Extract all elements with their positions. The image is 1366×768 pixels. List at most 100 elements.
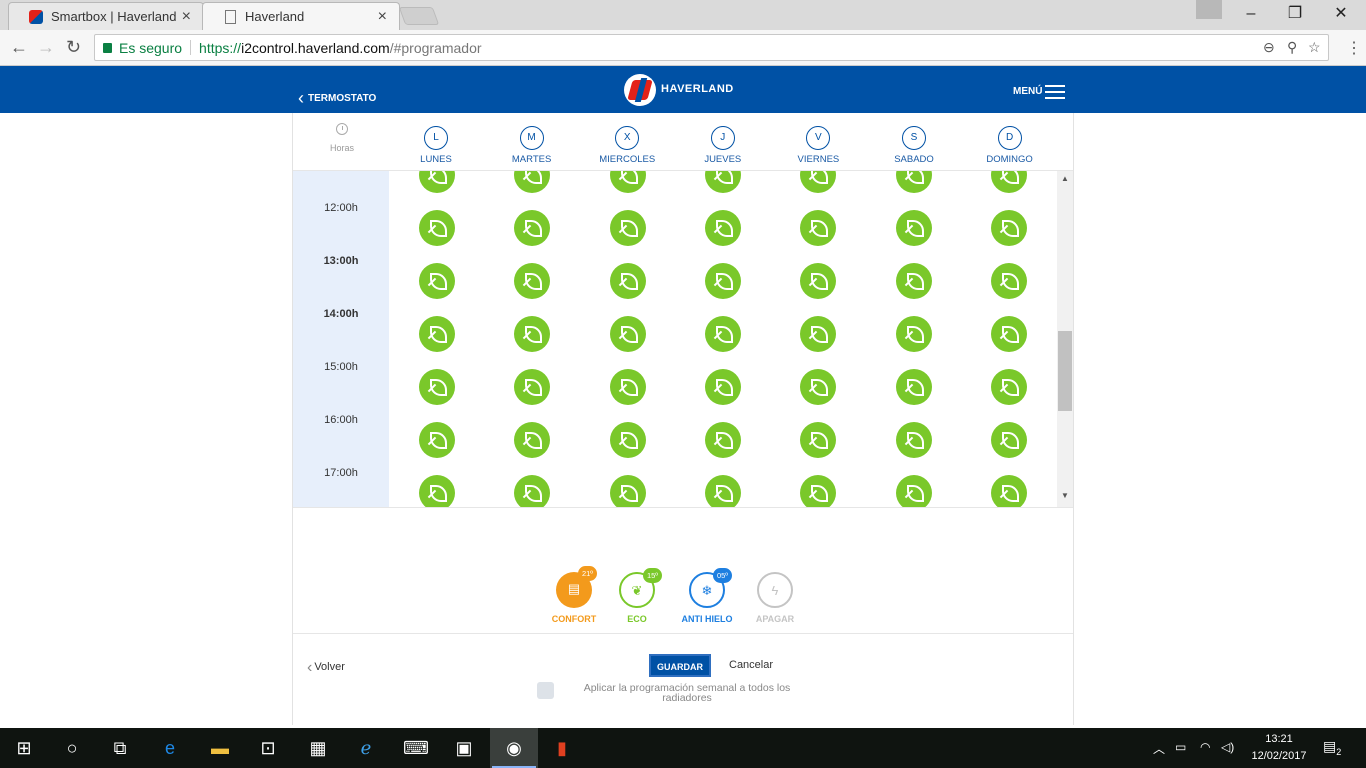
- eco-slot-leaf-icon[interactable]: [514, 316, 551, 352]
- volver-link[interactable]: ‹ Volver: [307, 657, 345, 676]
- eco-slot-leaf-icon[interactable]: [609, 475, 646, 507]
- grid-scrollbar[interactable]: ▲ ▼: [1057, 171, 1073, 507]
- eco-slot-leaf-icon[interactable]: [895, 422, 932, 458]
- eco-slot-leaf-icon[interactable]: [419, 475, 455, 507]
- eco-slot-leaf-icon[interactable]: [800, 316, 837, 352]
- eco-slot-leaf-icon[interactable]: [704, 210, 741, 246]
- eco-slot-leaf-icon[interactable]: [514, 210, 551, 246]
- tab-smartbox[interactable]: Smartbox | Haverland ×: [8, 2, 204, 30]
- eco-slot-leaf-icon[interactable]: [609, 171, 646, 193]
- eco-slot-leaf-icon[interactable]: [895, 369, 932, 405]
- eco-slot-leaf-icon[interactable]: [990, 316, 1027, 352]
- eco-slot-leaf-icon[interactable]: [990, 210, 1027, 246]
- store-icon[interactable]: ⊡: [244, 728, 292, 768]
- eco-slot-leaf-icon[interactable]: [609, 422, 646, 458]
- day-header[interactable]: M MARTES: [487, 126, 577, 165]
- menu-label[interactable]: MENÚ: [1013, 86, 1042, 97]
- cancelar-button[interactable]: Cancelar: [729, 659, 773, 671]
- eco-slot-leaf-icon[interactable]: [704, 475, 741, 507]
- eco-slot-leaf-icon[interactable]: [609, 210, 646, 246]
- eco-slot-leaf-icon[interactable]: [514, 369, 551, 405]
- day-header[interactable]: V VIERNES: [773, 126, 863, 165]
- pin-icon[interactable]: ⚲: [1287, 39, 1297, 56]
- office-icon[interactable]: ▮: [538, 728, 586, 768]
- eco-slot-leaf-icon[interactable]: [895, 171, 932, 193]
- eco-slot-leaf-icon[interactable]: [895, 263, 932, 299]
- eco-slot-leaf-icon[interactable]: [990, 171, 1027, 193]
- scroll-up-arrow-icon[interactable]: ▲: [1061, 174, 1069, 183]
- volume-icon[interactable]: ◁): [1221, 740, 1234, 754]
- eco-slot-leaf-icon[interactable]: [800, 369, 837, 405]
- computer-icon[interactable]: ⌨: [392, 728, 440, 768]
- eco-slot-leaf-icon[interactable]: [990, 263, 1027, 299]
- eco-slot-leaf-icon[interactable]: [419, 316, 455, 352]
- eco-slot-leaf-icon[interactable]: [704, 316, 741, 352]
- eco-slot-leaf-icon[interactable]: [704, 369, 741, 405]
- restore-button[interactable]: ❐: [1272, 0, 1318, 30]
- minimize-button[interactable]: –: [1228, 0, 1274, 30]
- eco-slot-leaf-icon[interactable]: [514, 422, 551, 458]
- tab-close-icon[interactable]: ×: [378, 8, 387, 26]
- close-window-button[interactable]: ✕: [1318, 0, 1364, 30]
- eco-slot-leaf-icon[interactable]: [419, 422, 455, 458]
- address-bar[interactable]: Es seguro https://i2control.haverland.com…: [94, 34, 1329, 61]
- edge-browser-icon[interactable]: e: [146, 728, 194, 768]
- photos-icon[interactable]: ▣: [440, 728, 488, 768]
- taskbar-clock[interactable]: 13:21 12/02/2017: [1244, 731, 1314, 765]
- forward-arrow-icon[interactable]: →: [37, 37, 55, 58]
- eco-slot-leaf-icon[interactable]: [800, 475, 837, 507]
- eco-slot-leaf-icon[interactable]: [990, 475, 1027, 507]
- day-header[interactable]: X MIERCOLES: [582, 126, 672, 165]
- chrome-menu-icon[interactable]: ⋮: [1346, 38, 1362, 58]
- hamburger-menu-icon[interactable]: [1045, 85, 1065, 99]
- task-view-icon[interactable]: ⧉: [96, 728, 144, 768]
- eco-slot-leaf-icon[interactable]: [895, 475, 932, 507]
- mode-eco[interactable]: ❦ 15º ECO: [602, 568, 672, 624]
- zoom-icon[interactable]: ⊖: [1263, 39, 1275, 56]
- eco-slot-leaf-icon[interactable]: [800, 210, 837, 246]
- eco-slot-leaf-icon[interactable]: [895, 210, 932, 246]
- eco-slot-leaf-icon[interactable]: [895, 316, 932, 352]
- eco-slot-leaf-icon[interactable]: [800, 263, 837, 299]
- eco-slot-leaf-icon[interactable]: [704, 263, 741, 299]
- eco-slot-leaf-icon[interactable]: [514, 475, 551, 507]
- chrome-icon[interactable]: ◉: [490, 728, 538, 768]
- guardar-button[interactable]: GUARDAR: [649, 654, 711, 677]
- cortana-search-icon[interactable]: ○: [48, 728, 96, 768]
- day-header[interactable]: L LUNES: [391, 126, 481, 165]
- file-explorer-icon[interactable]: ▬: [196, 728, 244, 768]
- wifi-icon[interactable]: ◠: [1200, 740, 1210, 754]
- eco-slot-leaf-icon[interactable]: [514, 263, 551, 299]
- mode-apagar[interactable]: ϟ APAGAR: [740, 572, 810, 624]
- apply-all-checkbox[interactable]: [537, 682, 554, 699]
- show-hidden-icons-icon[interactable]: ︿: [1153, 740, 1165, 757]
- calculator-icon[interactable]: ▦: [294, 728, 342, 768]
- eco-slot-leaf-icon[interactable]: [609, 369, 646, 405]
- mode-anti-hielo[interactable]: ❄ 05º ANTI HIELO: [672, 568, 742, 624]
- user-profile-button[interactable]: [1196, 0, 1222, 19]
- internet-explorer-icon[interactable]: ℯ: [342, 728, 390, 768]
- new-tab-button[interactable]: [398, 7, 440, 25]
- day-header[interactable]: S SABADO: [869, 126, 959, 165]
- eco-slot-leaf-icon[interactable]: [419, 263, 455, 299]
- day-header[interactable]: J JUEVES: [678, 126, 768, 165]
- scrollbar-thumb[interactable]: [1058, 331, 1072, 411]
- action-center-icon[interactable]: ▤2: [1323, 738, 1341, 757]
- eco-slot-leaf-icon[interactable]: [514, 171, 551, 193]
- tab-haverland[interactable]: Haverland ×: [202, 2, 400, 30]
- eco-slot-leaf-icon[interactable]: [990, 369, 1027, 405]
- eco-slot-leaf-icon[interactable]: [704, 171, 741, 193]
- eco-slot-leaf-icon[interactable]: [419, 210, 455, 246]
- eco-slot-leaf-icon[interactable]: [990, 422, 1027, 458]
- windows-start-icon[interactable]: ⊞: [0, 728, 48, 768]
- battery-icon[interactable]: ▭: [1175, 740, 1186, 754]
- back-arrow-icon[interactable]: ←: [10, 37, 28, 58]
- eco-slot-leaf-icon[interactable]: [609, 263, 646, 299]
- tab-close-icon[interactable]: ×: [182, 8, 191, 26]
- eco-slot-leaf-icon[interactable]: [609, 316, 646, 352]
- haverland-logo[interactable]: HAVERLAND: [624, 74, 744, 106]
- bookmark-star-icon[interactable]: ☆: [1308, 39, 1321, 56]
- reload-icon[interactable]: ↻: [66, 37, 81, 58]
- eco-slot-leaf-icon[interactable]: [704, 422, 741, 458]
- eco-slot-leaf-icon[interactable]: [419, 171, 455, 193]
